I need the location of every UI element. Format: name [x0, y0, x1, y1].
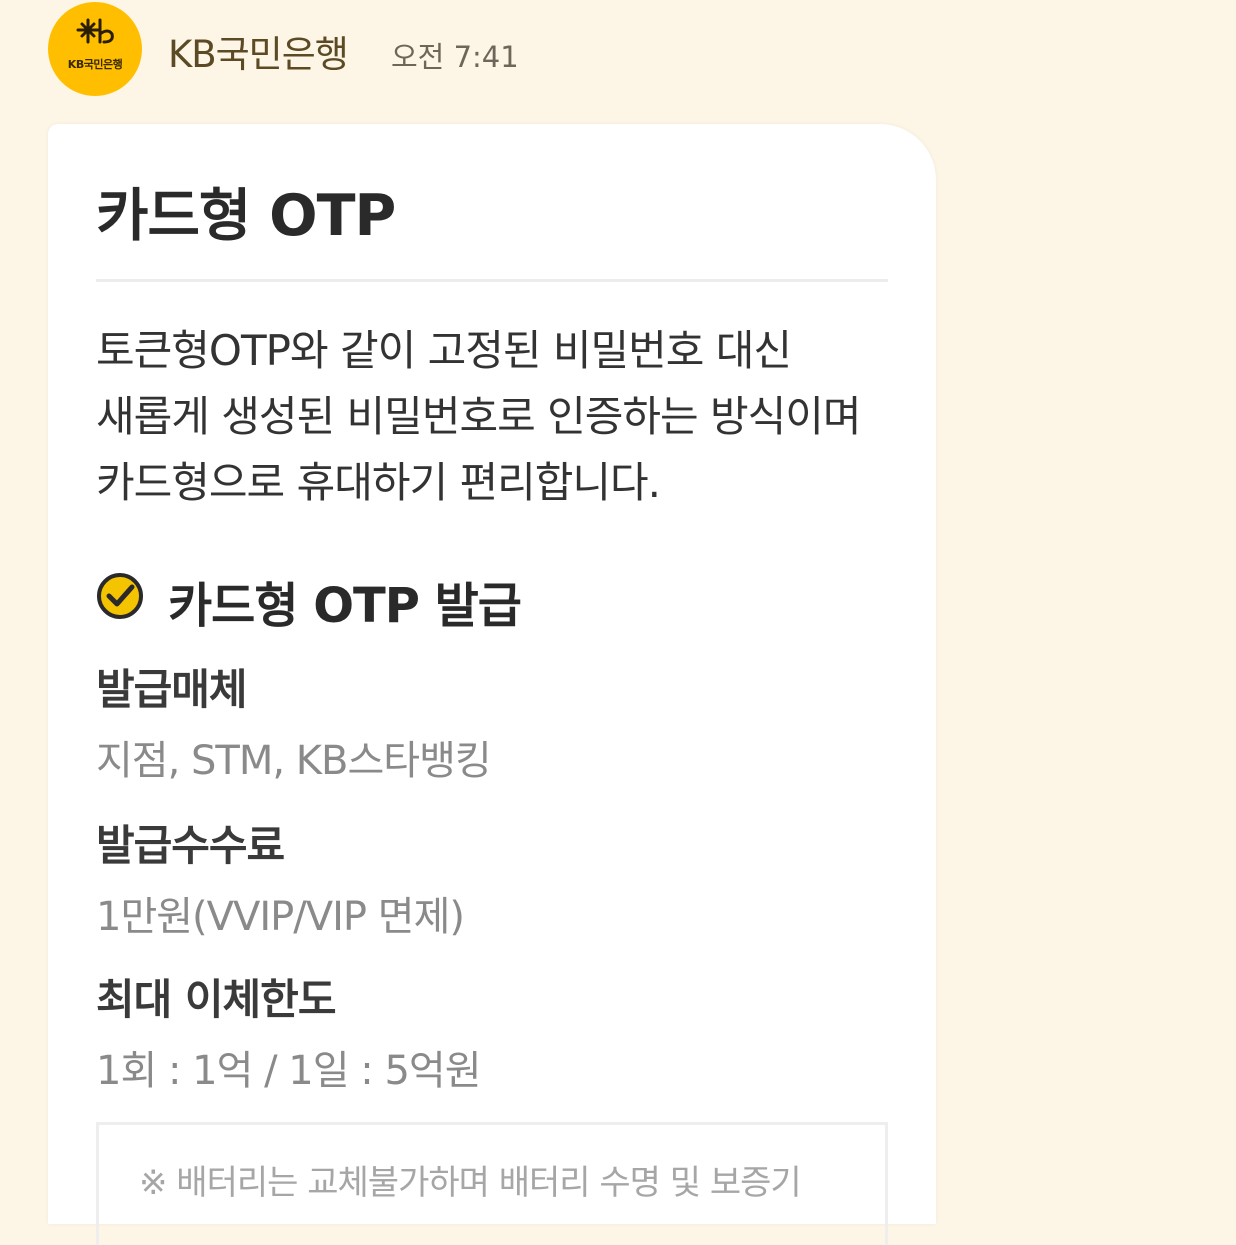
avatar-label: KB국민은행: [67, 58, 123, 71]
chat-header: KB국민은행 KB국민은행 오전 7:41: [0, 0, 1236, 110]
detail-label-fee: 발급수수료: [96, 821, 285, 870]
notice-box: ※ 배터리는 교체불가하며 배터리 수명 및 보증기: [96, 1122, 888, 1245]
detail-value-media: 지점, STM, KB스타뱅킹: [96, 738, 492, 784]
detail-value-limit: 1회 : 1억 / 1일 : 5억원: [96, 1048, 482, 1094]
notice-text: ※ 배터리는 교체불가하며 배터리 수명 및 보증기: [139, 1163, 802, 1203]
message-time: 오전 7:41: [391, 40, 519, 74]
check-circle-icon: [97, 573, 143, 619]
kb-logo-icon: [76, 18, 114, 44]
section-title: 카드형 OTP 발급: [168, 578, 522, 634]
detail-label-limit: 최대 이체한도: [96, 975, 336, 1024]
detail-value-fee: 1만원(VVIP/VIP 면제): [96, 894, 465, 940]
message-card: 카드형 OTP 토큰형OTP와 같이 고정된 비밀번호 대신 새롭게 생성된 비…: [48, 124, 936, 1245]
card-title: 카드형 OTP: [96, 183, 396, 249]
detail-label-media: 발급매체: [96, 665, 248, 714]
divider: [96, 279, 888, 282]
sender-name: KB국민은행: [168, 33, 349, 76]
avatar[interactable]: KB국민은행: [48, 2, 142, 96]
card-description: 토큰형OTP와 같이 고정된 비밀번호 대신 새롭게 생성된 비밀번호로 인증하…: [96, 326, 862, 507]
